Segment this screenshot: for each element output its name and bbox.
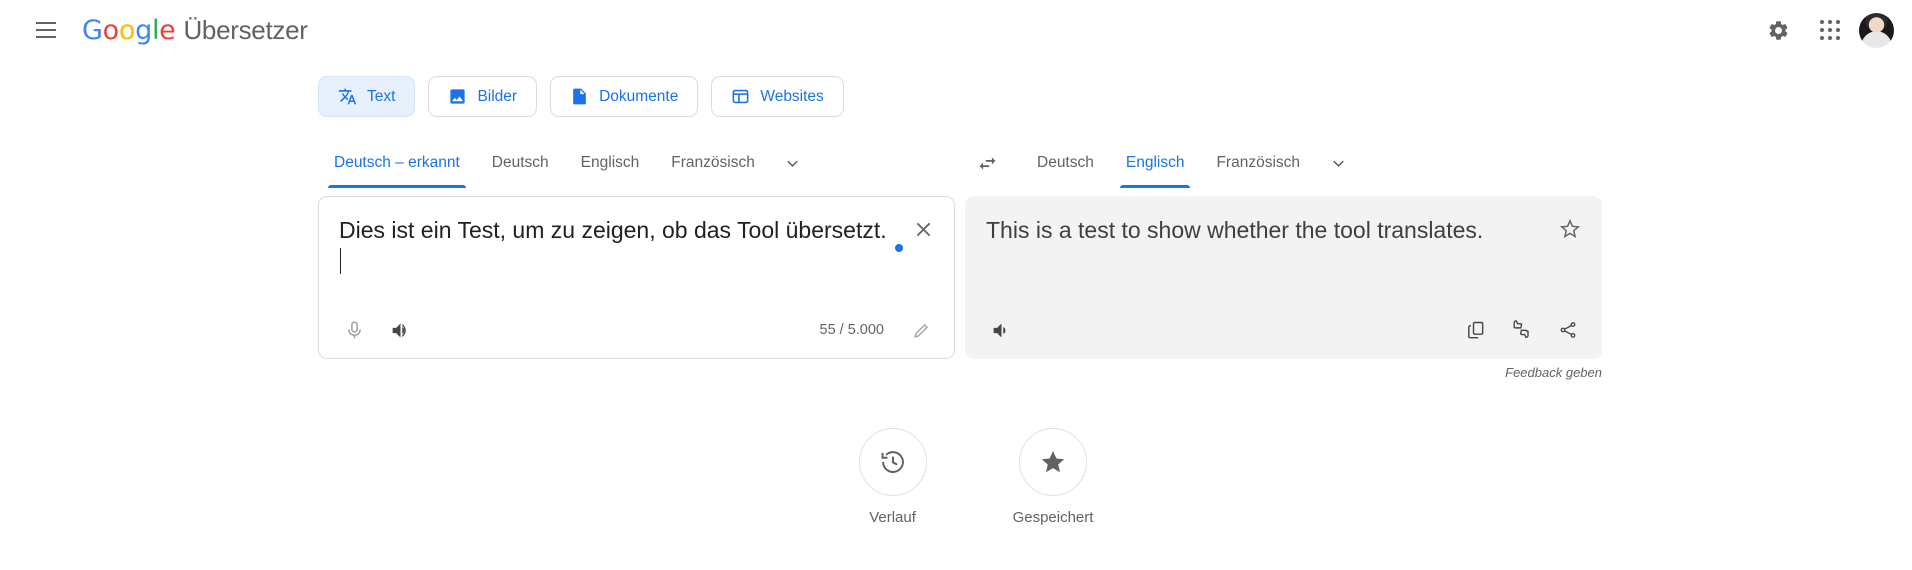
target-more-languages-chevron-down-icon[interactable] — [1316, 144, 1360, 182]
target-panel: This is a test to show whether the tool … — [965, 196, 1602, 359]
tab-websites-label: Websites — [760, 87, 824, 105]
copy-icon[interactable] — [1455, 309, 1497, 351]
logo-letter-o1: o — [102, 14, 120, 46]
hamburger-menu-icon[interactable] — [22, 6, 70, 54]
tab-websites[interactable]: Websites — [711, 76, 844, 117]
star-outline-icon[interactable] — [1549, 208, 1591, 250]
target-lang-deutsch[interactable]: Deutsch — [1021, 144, 1110, 182]
tab-text[interactable]: Text — [318, 76, 416, 117]
translated-text: This is a test to show whether the tool … — [986, 217, 1484, 243]
source-lang-franzoesisch[interactable]: Französisch — [655, 144, 771, 182]
source-more-languages-chevron-down-icon[interactable] — [771, 144, 815, 182]
source-text-value: Dies ist ein Test, um zu zeigen, ob das … — [339, 217, 887, 243]
logo-letter-o2: o — [118, 14, 136, 46]
app-header: Google Übersetzer — [0, 0, 1912, 60]
source-lang-englisch[interactable]: Englisch — [565, 144, 656, 182]
feedback-link[interactable]: Feedback geben — [318, 365, 1602, 380]
character-counter: 55 / 5.000 — [819, 322, 885, 338]
microphone-icon[interactable] — [333, 309, 375, 351]
tab-bilder[interactable]: Bilder — [428, 76, 538, 117]
target-lang-franzoesisch[interactable]: Französisch — [1200, 144, 1316, 182]
source-toolbar: 55 / 5.000 — [319, 302, 954, 358]
feedback-row: Feedback geben — [0, 365, 1912, 380]
brand-logo[interactable]: Google Übersetzer — [82, 15, 308, 46]
history-action[interactable]: Verlauf — [858, 428, 927, 526]
website-icon — [731, 87, 750, 106]
saved-action[interactable]: Gespeichert — [1012, 428, 1094, 526]
source-panel[interactable]: Dies ist ein Test, um zu zeigen, ob das … — [318, 196, 955, 359]
source-lang-detected[interactable]: Deutsch – erkannt — [318, 144, 476, 188]
pencil-icon[interactable] — [900, 309, 942, 351]
mode-tab-bar: Text Bilder Dokumente Websites — [0, 76, 1912, 117]
google-logo: Google — [82, 14, 176, 46]
header-actions — [1755, 0, 1894, 60]
document-icon — [570, 87, 589, 106]
saved-label: Gespeichert — [1012, 509, 1094, 526]
gear-icon[interactable] — [1755, 7, 1801, 53]
text-caret — [340, 248, 341, 274]
user-avatar[interactable] — [1859, 12, 1894, 48]
tab-bilder-label: Bilder — [477, 87, 518, 105]
target-lang-englisch[interactable]: Englisch — [1110, 144, 1201, 188]
caret-handle-dot[interactable] — [895, 244, 903, 252]
target-speaker-icon[interactable] — [980, 309, 1022, 351]
apps-grid-dots — [1820, 20, 1840, 40]
tab-dokumente-label: Dokumente — [599, 87, 679, 105]
source-text-input[interactable]: Dies ist ein Test, um zu zeigen, ob das … — [319, 197, 954, 302]
translation-panels: Dies ist ein Test, um zu zeigen, ob das … — [0, 196, 1912, 359]
translate-icon — [338, 87, 357, 106]
source-speaker-icon[interactable] — [379, 309, 421, 351]
share-icon[interactable] — [1547, 309, 1589, 351]
history-clock-icon — [858, 428, 927, 496]
target-language-group: Deutsch Englisch Französisch — [963, 139, 1360, 188]
logo-letter-e: e — [159, 14, 176, 46]
image-icon — [448, 87, 467, 106]
tab-dokumente[interactable]: Dokumente — [550, 76, 699, 117]
target-toolbar — [966, 302, 1601, 358]
product-name: Übersetzer — [183, 14, 308, 45]
logo-letter-g2: g — [135, 14, 152, 46]
bottom-action-bar: Verlauf Gespeichert — [0, 428, 1912, 526]
star-filled-icon — [1019, 428, 1087, 496]
swap-languages-icon[interactable] — [963, 139, 1011, 187]
clear-text-button[interactable] — [902, 208, 944, 250]
language-bar: Deutsch – erkannt Deutsch Englisch Franz… — [0, 139, 1912, 188]
history-label: Verlauf — [869, 509, 916, 526]
logo-letter-g1: G — [82, 14, 103, 46]
source-lang-deutsch[interactable]: Deutsch — [476, 144, 565, 182]
tab-text-label: Text — [367, 87, 396, 105]
thumbs-up-down-icon[interactable] — [1501, 309, 1543, 351]
apps-grid-icon[interactable] — [1807, 7, 1853, 53]
source-language-group: Deutsch – erkannt Deutsch Englisch Franz… — [318, 144, 963, 188]
